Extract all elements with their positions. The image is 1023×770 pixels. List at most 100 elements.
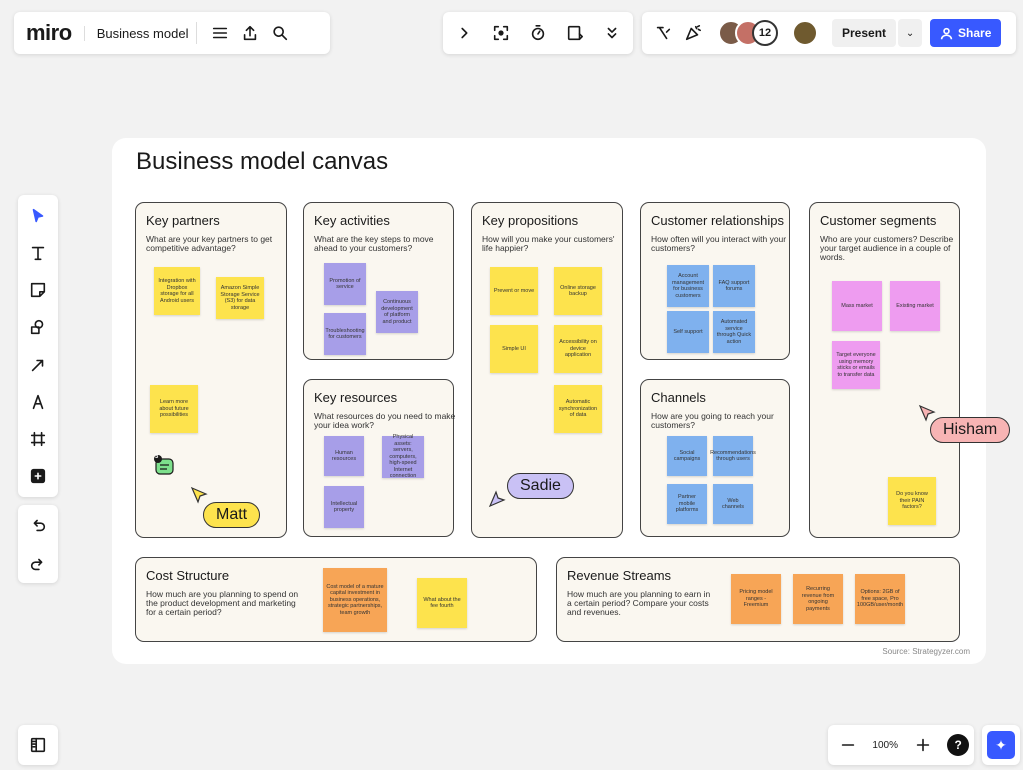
avatar[interactable] bbox=[792, 20, 818, 46]
sticky-note[interactable]: Promotion of service bbox=[324, 263, 366, 305]
sticky-note[interactable]: Partner mobile platforms bbox=[667, 484, 707, 524]
text-tool-icon[interactable] bbox=[23, 238, 53, 268]
sticky-note[interactable]: Social campaigns bbox=[667, 436, 707, 476]
zoom-out-icon[interactable] bbox=[833, 730, 863, 760]
sticky-note[interactable]: Physical assets: servers, computers, hig… bbox=[382, 434, 424, 479]
select-cursor-icon[interactable] bbox=[23, 201, 53, 231]
section-description: How are you going to reach your customer… bbox=[651, 411, 774, 430]
connector-arrow-icon[interactable] bbox=[23, 350, 53, 380]
focus-icon[interactable] bbox=[486, 18, 516, 48]
sparkle-icon[interactable]: ✦ bbox=[987, 731, 1015, 759]
source-credit: Source: Strategyzer.com bbox=[882, 647, 970, 656]
sticky-note[interactable]: Continuous development of platform and p… bbox=[376, 291, 418, 333]
section-description: How much are you planning to earn in a c… bbox=[567, 589, 711, 617]
user-icon bbox=[940, 27, 953, 39]
section-channels[interactable]: Channels How are you going to reach your… bbox=[640, 379, 790, 537]
celebrate-icon[interactable] bbox=[678, 18, 708, 48]
section-cost-structure[interactable]: Cost Structure How much are you planning… bbox=[135, 557, 537, 642]
sticky-note[interactable]: Accessibility on device application bbox=[554, 325, 602, 373]
card-icon[interactable] bbox=[560, 18, 590, 48]
help-button[interactable]: ? bbox=[947, 734, 970, 756]
shapes-icon[interactable] bbox=[23, 312, 53, 342]
sticky-note[interactable]: Do you know their PAIN factors? bbox=[888, 477, 936, 525]
cursor-label-matt: Matt bbox=[203, 502, 261, 528]
section-key-resources[interactable]: Key resources What resources do you need… bbox=[303, 379, 455, 537]
sticky-note[interactable]: Pricing model ranges - Freemium bbox=[731, 574, 781, 624]
sticky-note[interactable]: Self support bbox=[667, 311, 709, 353]
section-description: What are the key steps to move ahead to … bbox=[314, 234, 434, 253]
section-customer-relationships[interactable]: Customer relationships How often will yo… bbox=[640, 202, 790, 360]
section-title: Channels bbox=[651, 390, 706, 405]
sticky-note[interactable]: Human resources bbox=[324, 436, 364, 476]
sticky-note[interactable]: Account management for business customer… bbox=[667, 265, 709, 307]
section-title: Key propositions bbox=[482, 213, 579, 228]
sticky-note[interactable]: Learn more about future possibilities bbox=[150, 385, 198, 433]
sticky-note[interactable]: Automated service through Quick action bbox=[713, 311, 755, 353]
section-description: How will you make your customers' life h… bbox=[482, 234, 615, 253]
sticky-note[interactable]: Integration with Dropbox storage for all… bbox=[154, 267, 200, 315]
history-toolbar bbox=[18, 505, 58, 583]
share-button[interactable]: Share bbox=[930, 19, 1002, 47]
frame-icon[interactable] bbox=[23, 424, 53, 454]
sticky-note-icon[interactable] bbox=[23, 275, 53, 305]
sticky-note[interactable]: Mass market bbox=[832, 281, 882, 331]
collaborators[interactable]: 12 bbox=[718, 20, 818, 46]
board-name[interactable]: Business model bbox=[83, 25, 188, 41]
timer-icon[interactable] bbox=[523, 18, 553, 48]
top-right-toolbar: 12 Present ⌄ Share bbox=[642, 12, 1016, 54]
sticky-note[interactable]: What about the fee fourth bbox=[417, 578, 467, 628]
section-title: Revenue Streams bbox=[567, 568, 672, 583]
sticky-note[interactable]: Simple UI bbox=[490, 325, 538, 373]
section-title: Customer relationships bbox=[651, 213, 784, 228]
board-frame[interactable]: Business model canvas Key partners What … bbox=[112, 138, 986, 664]
section-customer-segments[interactable]: Customer segments Who are your customers… bbox=[809, 202, 960, 538]
collaborators-count[interactable]: 12 bbox=[752, 20, 778, 46]
menu-icon[interactable] bbox=[205, 18, 235, 48]
sticky-note[interactable]: Recurring revenue from ongoing payments bbox=[793, 574, 843, 624]
section-description: How often will you interact with your cu… bbox=[651, 234, 787, 253]
sticky-note[interactable]: Target everyone using memory sticks or e… bbox=[832, 341, 880, 389]
chevron-right-icon[interactable] bbox=[449, 18, 479, 48]
redo-icon[interactable] bbox=[23, 549, 53, 579]
section-revenue-streams[interactable]: Revenue Streams How much are you plannin… bbox=[556, 557, 960, 642]
panel-toggle[interactable] bbox=[18, 725, 58, 765]
sticky-note[interactable]: Existing market bbox=[890, 281, 940, 331]
present-button[interactable]: Present bbox=[832, 19, 897, 47]
zoom-controls: 100% ? bbox=[828, 725, 974, 765]
sticky-note[interactable]: Web channels bbox=[713, 484, 753, 524]
zoom-in-icon[interactable] bbox=[908, 730, 938, 760]
double-chevron-down-icon[interactable] bbox=[597, 18, 627, 48]
sticky-note[interactable]: Online storage backup bbox=[554, 267, 602, 315]
miro-logo[interactable]: miro bbox=[26, 20, 72, 46]
frame-title: Business model canvas bbox=[136, 148, 389, 175]
reactions-icon[interactable] bbox=[648, 18, 678, 48]
pen-icon[interactable] bbox=[23, 387, 53, 417]
tools-toolbar bbox=[18, 195, 58, 497]
chevron-down-icon[interactable]: ⌄ bbox=[898, 19, 923, 47]
undo-icon[interactable] bbox=[23, 510, 53, 540]
divider bbox=[196, 22, 198, 44]
sticky-note[interactable]: Cost model of a mature capital investmen… bbox=[323, 568, 387, 632]
sticky-note[interactable]: Options: 2GB of free space, Pro 100GB/us… bbox=[855, 574, 905, 624]
sticky-note[interactable]: Recommendations through users bbox=[710, 436, 756, 476]
search-icon[interactable] bbox=[265, 18, 295, 48]
cursor-pointer-icon bbox=[918, 404, 936, 422]
sticky-note[interactable]: Troubleshooting for customers bbox=[324, 313, 366, 355]
board-header: miro Business model bbox=[14, 12, 330, 54]
add-icon[interactable] bbox=[23, 461, 53, 491]
sidebar-icon[interactable] bbox=[23, 730, 53, 760]
sticky-note[interactable]: Automatic synchronization of data bbox=[554, 385, 602, 433]
sticky-note[interactable]: Intellectual property bbox=[324, 486, 364, 528]
section-title: Key resources bbox=[314, 390, 398, 405]
section-key-partners[interactable]: Key partners What are your key partners … bbox=[135, 202, 287, 538]
zoom-level[interactable]: 100% bbox=[872, 740, 898, 751]
cursor-pointer-icon bbox=[488, 490, 506, 508]
sticky-note[interactable]: Amazon Simple Storage Service (S3) for d… bbox=[216, 277, 264, 319]
ai-assist[interactable]: ✦ bbox=[982, 725, 1020, 765]
cursor-label-hisham: Hisham bbox=[930, 417, 1011, 443]
export-icon[interactable] bbox=[235, 18, 265, 48]
sticky-note[interactable]: Prevent or move bbox=[490, 267, 538, 315]
sticky-note[interactable]: FAQ support forums bbox=[713, 265, 755, 307]
section-key-activities[interactable]: Key activities What are the key steps to… bbox=[303, 202, 454, 360]
section-title: Customer segments bbox=[820, 213, 937, 228]
